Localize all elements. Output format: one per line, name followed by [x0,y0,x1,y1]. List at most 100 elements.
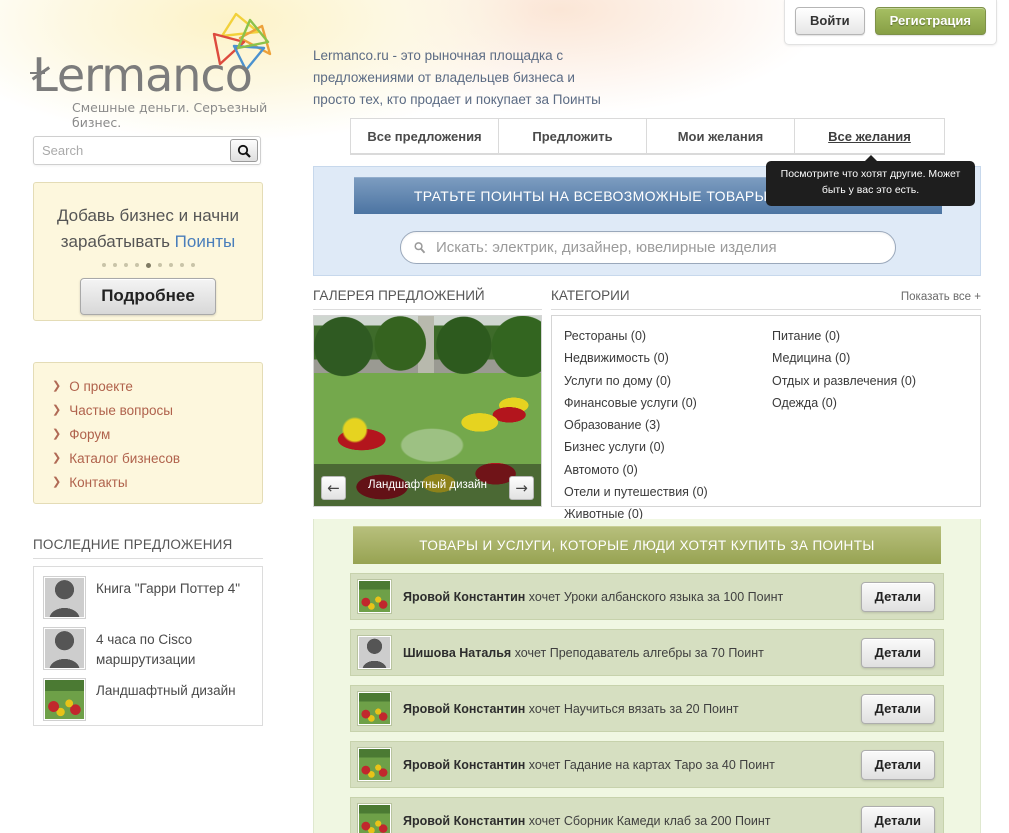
list-item-label: 4 часа по Cisco маршрутизации [96,627,253,669]
promo-line-2-prefix: зарабатывать [61,232,175,251]
arrow-left-icon: ← [327,479,340,497]
photo-avatar-icon [359,693,390,724]
search-button[interactable] [230,139,258,162]
tab-all-offers[interactable]: Все предложения [350,118,498,154]
gallery-caption-text: Ландшафтный дизайн [368,479,487,491]
table-row: Яровой Константин хочет Уроки албанского… [350,573,944,620]
tab-all-wishes[interactable]: Все желания [794,118,945,154]
avatar-placeholder-icon [45,629,84,668]
gallery-photo-trees [314,316,541,377]
details-button[interactable]: Детали [861,638,935,668]
category-item[interactable]: Рестораны (0) [564,325,772,347]
wish-user[interactable]: Яровой Константин [403,758,525,772]
search-input[interactable] [34,137,230,164]
categories-list: Рестораны (0) Недвижимость (0) Услуги по… [551,315,981,507]
category-item[interactable]: Одежда (0) [772,392,980,414]
arrow-right-icon: → [515,479,528,497]
promo-dot[interactable] [135,263,139,267]
avatar [357,747,392,782]
gallery-title: ГАЛЕРЕЯ ПРЕДЛОЖЕНИЙ [313,288,485,303]
hero-search[interactable] [400,231,896,264]
category-item[interactable]: Медицина (0) [772,347,980,369]
chevron-right-icon: ❯ [52,405,61,416]
wish-text: Шишова Наталья хочет Преподаватель алгеб… [403,646,861,660]
promo-dot[interactable] [191,263,195,267]
promo-dot[interactable] [158,263,162,267]
promo-dot[interactable] [169,263,173,267]
sidebar-link-contacts[interactable]: ❯Контакты [52,475,262,490]
wish-detail: хочет Преподаватель алгебры за 70 Поинт [511,646,764,660]
details-button[interactable]: Детали [861,750,935,780]
sidebar-link-about[interactable]: ❯О проекте [52,379,262,394]
category-item[interactable]: Питание (0) [772,325,980,347]
offer-thumbnail [43,678,86,721]
category-item[interactable]: Автомото (0) [564,459,772,481]
photo-avatar-icon [359,805,390,833]
list-item[interactable]: 4 часа по Cisco маршрутизации [43,627,253,670]
category-item[interactable]: Отдых и развлечения (0) [772,370,980,392]
offer-thumbnail [43,627,86,670]
chevron-right-icon: ❯ [52,477,61,488]
wish-text: Яровой Константин хочет Научиться вязать… [403,702,861,716]
chevron-right-icon: ❯ [52,429,61,440]
silhouette-avatar-icon [359,637,390,668]
promo-pagination-dots[interactable] [34,263,262,268]
promo-line-1: Добавь бизнес и начни [34,203,262,229]
promo-more-button[interactable]: Подробнее [80,278,216,315]
promo-dot[interactable] [124,263,128,267]
promo-dot[interactable] [102,263,106,267]
table-row: Шишова Наталья хочет Преподаватель алгеб… [350,629,944,676]
tab-offer[interactable]: Предложить [498,118,646,154]
category-item[interactable]: Образование (3) [564,414,772,436]
show-all-categories-link[interactable]: Показать все + [901,291,981,303]
promo-dot-active[interactable] [146,263,151,268]
category-item[interactable]: Бизнес услуги (0) [564,436,772,458]
list-item[interactable]: Книга "Гарри Поттер 4" [43,576,253,619]
categories-section-header: КАТЕГОРИИ Показать все + [551,288,981,310]
hero-search-input[interactable] [426,232,895,263]
search-icon [413,241,426,254]
list-item-label: Ландшафтный дизайн [96,678,236,701]
gallery-prev-button[interactable]: ← [321,476,346,500]
wish-user[interactable]: Шишова Наталья [403,646,511,660]
table-row: Яровой Константин хочет Сборник Камеди к… [350,797,944,833]
logo-wordmark: Łermanco [32,52,252,98]
promo-dot[interactable] [113,263,117,267]
wish-user[interactable]: Яровой Константин [403,814,525,828]
wishes-banner-text: ТОВАРЫ И УСЛУГИ, КОТОРЫЕ ЛЮДИ ХОТЯТ КУПИ… [419,538,874,553]
wish-user[interactable]: Яровой Константин [403,590,525,604]
gallery-next-button[interactable]: → [509,476,534,500]
category-item[interactable]: Отели и путешествия (0) [564,481,772,503]
latest-offers-title: ПОСЛЕДНИЕ ПРЕДЛОЖЕНИЯ [33,537,263,559]
intro-text: Lermanco.ru - это рыночная площадка с пр… [313,45,613,111]
details-button[interactable]: Детали [861,806,935,833]
details-button[interactable]: Детали [861,694,935,724]
gallery-section-header: ГАЛЕРЕЯ ПРЕДЛОЖЕНИЙ [313,288,542,310]
details-button[interactable]: Детали [861,582,935,612]
list-item[interactable]: Ландшафтный дизайн [43,678,253,721]
table-row: Яровой Константин хочет Гадание на карта… [350,741,944,788]
sidebar-search[interactable] [33,136,261,165]
avatar [357,635,392,670]
chevron-right-icon: ❯ [52,453,61,464]
sidebar-link-label: Форум [69,427,110,442]
avatar [357,579,392,614]
list-item-label: Книга "Гарри Поттер 4" [96,576,240,599]
login-button[interactable]: Войти [795,7,865,35]
latest-offers-list: Книга "Гарри Поттер 4" 4 часа по Cisco м… [33,566,263,726]
gallery[interactable]: Ландшафтный дизайн ← → [313,315,542,507]
sidebar-link-forum[interactable]: ❯ Форум [52,427,262,442]
register-button[interactable]: Регистрация [875,7,986,35]
category-item[interactable]: Финансовые услуги (0) [564,392,772,414]
wish-user[interactable]: Яровой Константин [403,702,525,716]
search-icon [237,144,251,158]
auth-bar: Войти Регистрация [784,0,997,45]
sidebar-link-faq[interactable]: ❯Частые вопросы [52,403,262,418]
category-item[interactable]: Недвижимость (0) [564,347,772,369]
wish-detail: хочет Сборник Камеди клаб за 200 Поинт [525,814,770,828]
tab-my-wishes[interactable]: Мои желания [646,118,794,154]
sidebar-link-catalog[interactable]: ❯Каталог бизнесов [52,451,262,466]
wish-detail: хочет Уроки албанского языка за 100 Поин… [525,590,783,604]
category-item[interactable]: Услуги по дому (0) [564,370,772,392]
promo-dot[interactable] [180,263,184,267]
